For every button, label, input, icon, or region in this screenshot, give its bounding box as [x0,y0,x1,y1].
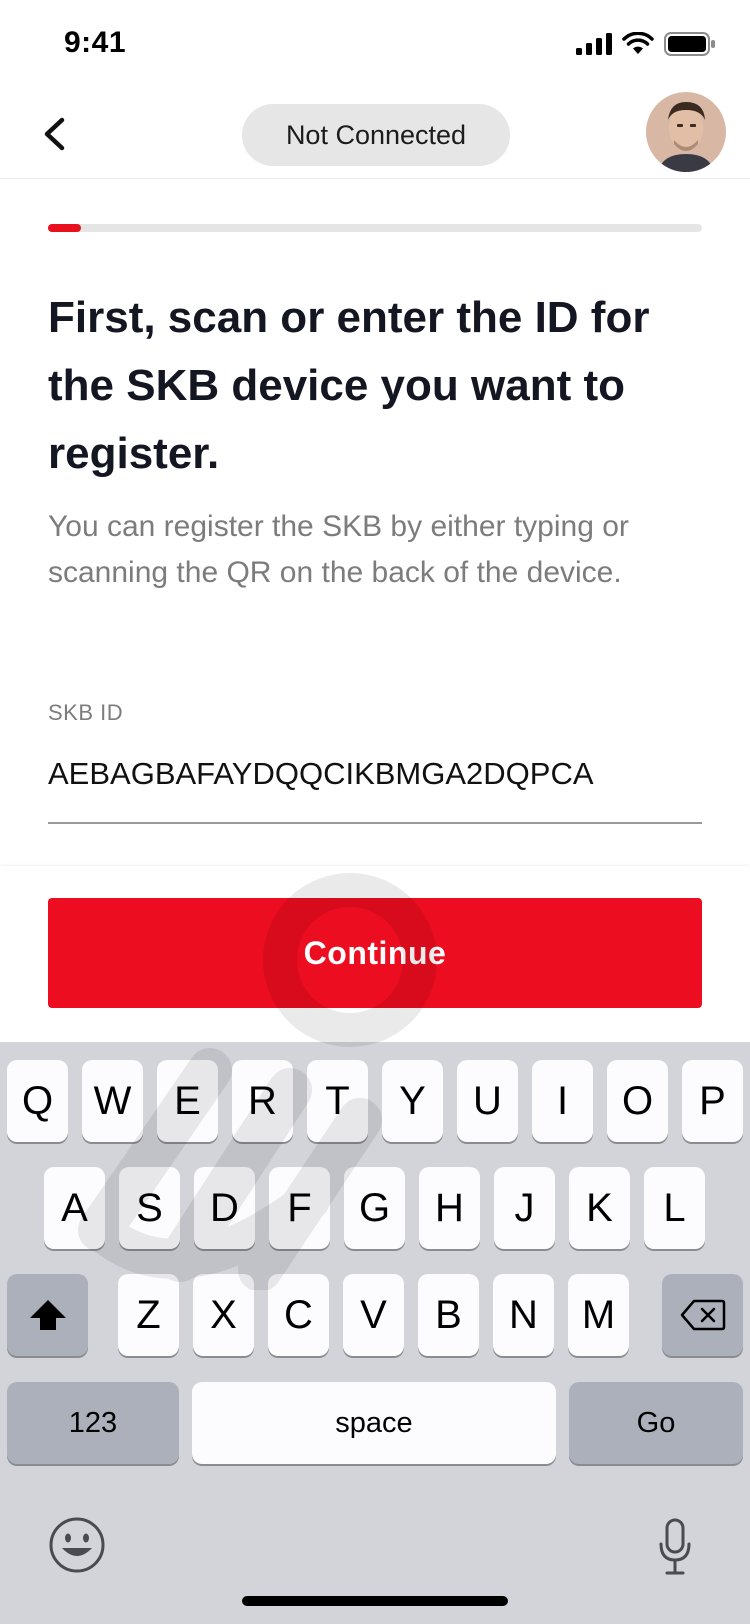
chevron-left-icon [44,117,65,151]
status-icons [576,32,716,56]
home-indicator[interactable] [242,1596,508,1606]
key-y[interactable]: Y [382,1060,443,1142]
shift-arrow-icon [29,1300,66,1330]
navigation-bar: Not Connected [0,90,750,179]
key-q[interactable]: Q [7,1060,68,1142]
page-description: You can register the SKB by either typin… [48,510,629,589]
key-c[interactable]: C [268,1274,329,1356]
key-x[interactable]: X [193,1274,254,1356]
status-time: 9:41 [64,26,127,59]
key-r[interactable]: R [232,1060,293,1142]
key-w[interactable]: W [82,1060,143,1142]
emoji-button[interactable] [48,1516,106,1574]
back-button[interactable] [30,110,78,158]
backspace-key[interactable] [662,1274,743,1356]
space-key[interactable]: space [192,1382,556,1464]
microphone-icon [659,1518,691,1575]
key-z[interactable]: Z [118,1274,179,1356]
go-key[interactable]: Go [569,1382,743,1464]
key-d[interactable]: D [194,1167,255,1249]
page-title: First, scan or enter the ID for the SKB … [48,293,650,478]
connection-status-badge: Not Connected [242,104,510,166]
wifi-icon [622,32,654,54]
key-u[interactable]: U [457,1060,518,1142]
key-t[interactable]: T [307,1060,368,1142]
key-m[interactable]: M [568,1274,629,1356]
battery-icon [664,32,715,56]
key-a[interactable]: A [44,1167,105,1249]
user-photo-icon [646,92,726,172]
cellular-signal-icon [576,33,612,55]
key-s[interactable]: S [119,1167,180,1249]
progress-bar [48,224,702,232]
key-o[interactable]: O [607,1060,668,1142]
shift-key[interactable] [7,1274,88,1356]
numbers-key[interactable]: 123 [7,1382,179,1464]
skb-id-input[interactable] [48,748,702,824]
key-e[interactable]: E [157,1060,218,1142]
avatar[interactable] [646,92,726,172]
status-bar: 9:41 [0,0,750,90]
keyboard: QWERTYUIOP ASDFGHJKL ZXCVBNM 123 space G… [0,1042,750,1624]
backspace-icon [680,1299,725,1331]
key-b[interactable]: B [418,1274,479,1356]
key-l[interactable]: L [644,1167,705,1249]
skb-id-label: SKB ID [48,700,124,725]
key-n[interactable]: N [493,1274,554,1356]
continue-button[interactable]: Continue [48,898,702,1008]
key-j[interactable]: J [494,1167,555,1249]
key-h[interactable]: H [419,1167,480,1249]
key-i[interactable]: I [532,1060,593,1142]
continue-bar: Continue [0,866,750,1042]
key-v[interactable]: V [343,1274,404,1356]
key-p[interactable]: P [682,1060,743,1142]
progress-bar-fill [48,224,81,232]
key-k[interactable]: K [569,1167,630,1249]
key-f[interactable]: F [269,1167,330,1249]
emoji-icon [49,1517,105,1573]
key-g[interactable]: G [344,1167,405,1249]
dictation-button[interactable] [658,1518,692,1576]
